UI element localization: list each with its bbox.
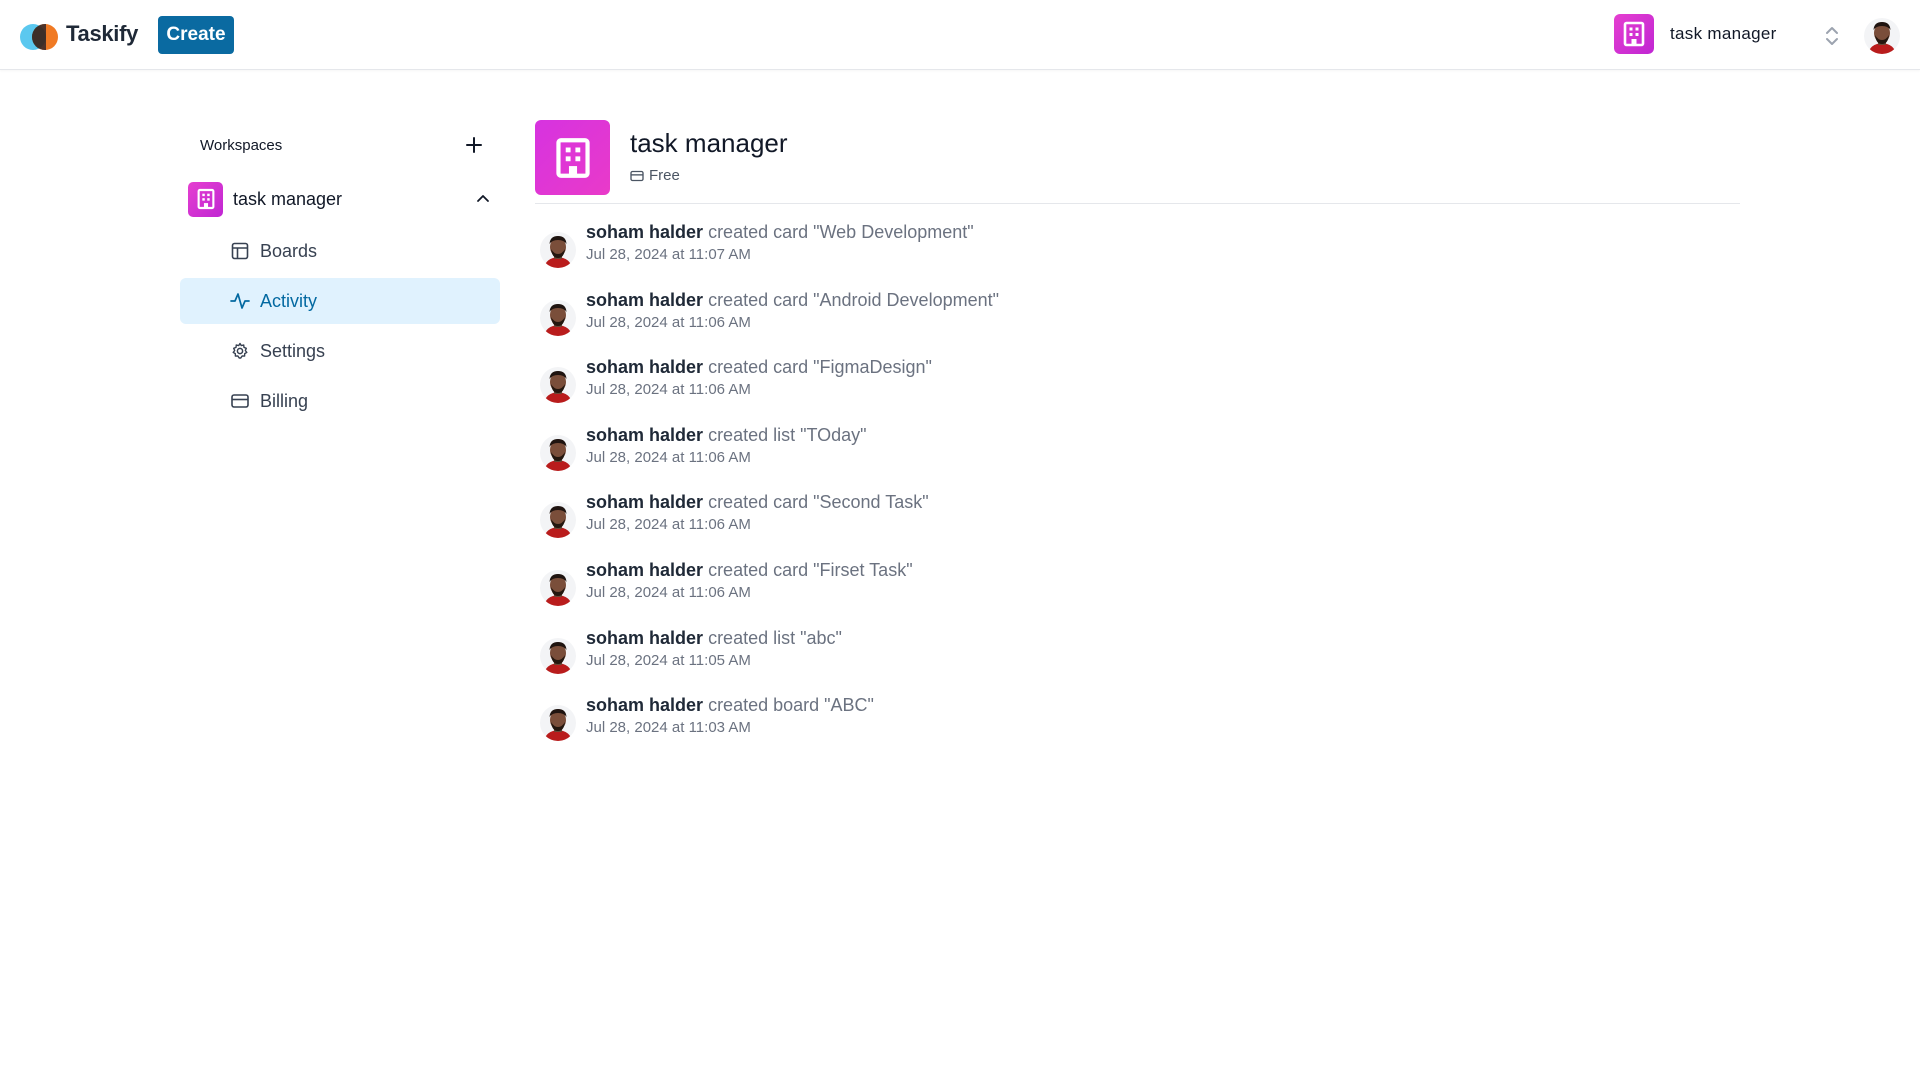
activity-action: created card "Web Development" [708, 222, 974, 242]
activity-text: soham halder created card "Web Developme… [586, 220, 974, 244]
activity-timestamp: Jul 28, 2024 at 11:05 AM [586, 651, 751, 669]
app-logo[interactable]: Taskify [20, 16, 138, 52]
user-avatar [540, 637, 576, 674]
activity-icon [230, 291, 250, 311]
activity-body: soham halder created card "FigmaDesign" J… [586, 355, 932, 401]
sidebar-item-label: Billing [260, 390, 309, 411]
activity-timestamp: Jul 28, 2024 at 11:06 AM [586, 313, 751, 331]
chevron-up-icon[interactable] [474, 190, 492, 208]
activity-user: soham halder [586, 559, 704, 580]
org-switcher[interactable]: task manager [1614, 14, 1820, 54]
org-header: task manager Free [535, 120, 1740, 204]
user-avatar[interactable] [1864, 18, 1900, 54]
sidebar-item-settings[interactable]: Settings [180, 328, 500, 374]
layout-icon [230, 241, 250, 261]
activity-user: soham halder [586, 492, 704, 513]
activity-text: soham halder created board "ABC" [586, 693, 874, 717]
plus-icon[interactable] [462, 133, 486, 157]
activity-text: soham halder created card "Firset Task" [586, 558, 913, 582]
activity-timestamp: Jul 28, 2024 at 11:06 AM [586, 516, 751, 534]
activity-item: soham halder created list "TOday" Jul 28,… [535, 423, 1740, 491]
activity-item: soham halder created board "ABC" Jul 28, … [535, 693, 1740, 761]
workspaces-header: Workspaces [180, 120, 500, 170]
activity-body: soham halder created list "abc" Jul 28, 2… [586, 626, 842, 672]
logo-icon [20, 16, 58, 52]
workspace-accordion[interactable]: task manager [180, 174, 500, 224]
activity-item: soham halder created card "Web Developme… [535, 220, 1740, 288]
gear-icon [230, 341, 250, 361]
activity-body: soham halder created card "Firset Task" J… [586, 558, 913, 604]
activity-action: created list "abc" [708, 627, 842, 648]
user-avatar [540, 367, 576, 404]
activity-action: created list "TOday" [708, 424, 867, 445]
user-avatar [540, 502, 576, 539]
activity-action: created card "Android Development" [708, 289, 999, 310]
activity-item: soham halder created card "Second Task" J… [535, 490, 1740, 558]
activity-action: created card "FigmaDesign" [708, 357, 932, 378]
activity-timestamp: Jul 28, 2024 at 11:03 AM [586, 719, 751, 737]
building-icon [188, 181, 223, 217]
activity-body: soham halder created list "TOday" Jul 28,… [586, 423, 867, 469]
activity-user: soham halder [586, 222, 704, 242]
activity-item: soham halder created list "abc" Jul 28, 2… [535, 626, 1740, 694]
page-title: task manager [630, 128, 788, 158]
activity-item: soham halder created card "FigmaDesign" J… [535, 355, 1740, 423]
activity-user: soham halder [586, 289, 704, 310]
user-avatar [540, 569, 576, 606]
activity-user: soham halder [586, 424, 704, 445]
activity-timestamp: Jul 28, 2024 at 11:06 AM [586, 583, 751, 601]
credit-card-icon [630, 169, 644, 183]
user-avatar [540, 232, 576, 268]
user-avatar [540, 299, 576, 336]
plan-label: Free [649, 167, 680, 184]
chevrons-up-down-icon[interactable] [1824, 24, 1840, 48]
activity-body: soham halder created card "Web Developme… [586, 220, 974, 266]
main-content: task manager Free soham halder created c… [535, 120, 1740, 761]
activity-text: soham halder created card "Second Task" [586, 490, 929, 514]
plan-badge: Free [630, 167, 788, 184]
user-avatar [540, 705, 576, 742]
building-icon [535, 120, 610, 195]
activity-text: soham halder created card "FigmaDesign" [586, 355, 932, 379]
sidebar-item-label: Activity [260, 290, 318, 311]
activity-action: created card "Firset Task" [708, 559, 913, 580]
activity-text: soham halder created card "Android Devel… [586, 288, 999, 312]
sidebar-item-boards[interactable]: Boards [180, 228, 500, 274]
activity-body: soham halder created card "Android Devel… [586, 288, 999, 334]
create-button[interactable]: Create [158, 16, 234, 54]
activity-body: soham halder created board "ABC" Jul 28, … [586, 693, 874, 739]
activity-list: soham halder created card "Web Developme… [535, 220, 1740, 761]
org-switcher-name: task manager [1670, 24, 1777, 43]
sidebar-item-label: Boards [260, 240, 318, 261]
activity-item: soham halder created card "Android Devel… [535, 288, 1740, 356]
org-meta: task manager Free [630, 120, 788, 184]
activity-text: soham halder created list "TOday" [586, 423, 867, 447]
workspace-nav: Boards Activity Settings Billing [180, 228, 500, 424]
activity-user: soham halder [586, 357, 704, 378]
credit-card-icon [230, 391, 250, 411]
navbar: Taskify Create task manager [0, 0, 1920, 70]
activity-item: soham halder created card "Firset Task" J… [535, 558, 1740, 626]
sidebar-item-activity[interactable]: Activity [180, 278, 500, 324]
activity-timestamp: Jul 28, 2024 at 11:07 AM [586, 246, 751, 263]
app-name: Taskify [66, 21, 139, 46]
activity-body: soham halder created card "Second Task" J… [586, 490, 929, 536]
user-avatar [540, 434, 576, 471]
building-icon [1614, 14, 1654, 54]
activity-user: soham halder [586, 695, 704, 716]
sidebar: Workspaces task manager Boards Activity … [180, 120, 500, 428]
activity-action: created board "ABC" [708, 695, 874, 716]
activity-timestamp: Jul 28, 2024 at 11:06 AM [586, 448, 751, 466]
activity-user: soham halder [586, 627, 704, 648]
activity-text: soham halder created list "abc" [586, 626, 842, 650]
workspaces-title: Workspaces [200, 136, 283, 154]
activity-timestamp: Jul 28, 2024 at 11:06 AM [586, 381, 751, 399]
sidebar-item-billing[interactable]: Billing [180, 378, 500, 424]
activity-action: created card "Second Task" [708, 492, 929, 513]
workspace-name: task manager [233, 188, 343, 209]
sidebar-item-label: Settings [260, 340, 326, 361]
